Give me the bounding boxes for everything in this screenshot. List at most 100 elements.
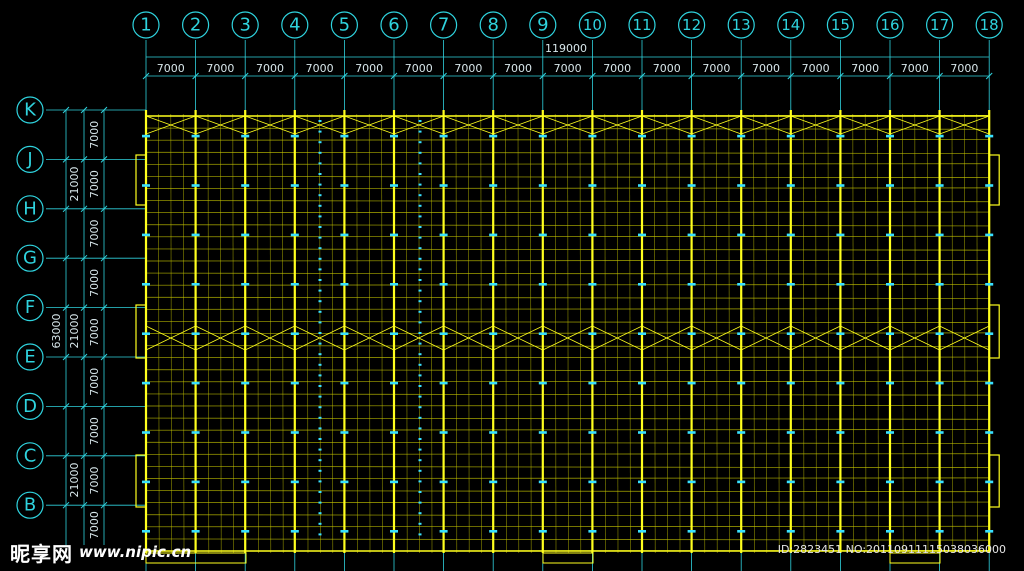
purlin-marker (786, 283, 795, 286)
row-spacing-dimension: 7000 (88, 121, 101, 149)
purlin-marker (836, 134, 845, 138)
sag-rod-line (765, 113, 768, 554)
purlin-marker (935, 530, 944, 533)
roof-purlins (145, 113, 990, 554)
purlin-marker (390, 283, 398, 286)
tie-marker (318, 141, 322, 144)
tie-marker (318, 406, 322, 409)
tie-marker (418, 151, 422, 154)
tie-marker (418, 279, 422, 281)
purlin-line (145, 501, 990, 504)
purlin-marker (737, 332, 746, 335)
sag-rod-line (207, 113, 210, 554)
gable-bay-left (135, 154, 147, 206)
purlin-line (145, 477, 990, 479)
tie-marker (318, 204, 322, 207)
bay-width-dimension: 7000 (603, 62, 631, 75)
sag-rod-line (914, 113, 916, 554)
purlin-marker (836, 332, 845, 335)
column-axis-label: 7 (438, 15, 449, 36)
purlin-marker (390, 184, 398, 187)
row-spacing-dimension: 7000 (88, 368, 101, 396)
tie-marker (418, 512, 422, 515)
purlin-marker (489, 283, 498, 286)
purlin-marker (390, 381, 398, 385)
bay-width-dimension: 7000 (851, 62, 879, 75)
purlin-marker (439, 381, 448, 385)
purlin-line (145, 514, 990, 517)
purlin-line (145, 538, 990, 541)
bay-width-dimension: 7000 (306, 62, 334, 75)
tie-marker (418, 321, 422, 324)
middle-group-dimension: 21000 (68, 314, 81, 349)
row-spacing-dimension: 7000 (88, 318, 101, 346)
purlin-marker (836, 480, 845, 484)
purlin-marker (142, 184, 150, 187)
purlin-marker (290, 283, 299, 286)
purlin-marker (737, 530, 746, 533)
purlin-marker (935, 480, 944, 484)
purlin-marker (241, 381, 250, 385)
purlin-marker (638, 283, 646, 286)
tie-marker (418, 183, 422, 186)
purlin-marker (985, 134, 994, 138)
sag-rod-line (902, 113, 904, 554)
column-axis-label: 13 (732, 16, 751, 34)
purlin-line (145, 380, 990, 383)
bay-width-dimension: 7000 (157, 62, 185, 75)
sag-rod-line (616, 113, 619, 554)
purlin-marker (985, 381, 994, 385)
purlin-marker (191, 283, 200, 286)
sag-rod-line (356, 113, 358, 554)
purlin-marker (191, 184, 200, 187)
tie-marker (418, 491, 422, 493)
purlin-marker (935, 283, 944, 286)
sag-rod-line (753, 113, 755, 554)
sag-rod-line (629, 113, 631, 554)
watermark-logo-text: 昵享网 (10, 541, 73, 566)
tie-marker (418, 310, 422, 313)
tie-marker (418, 141, 422, 144)
sag-rod-line (852, 113, 854, 554)
purlin-marker (588, 530, 597, 533)
purlin-marker (836, 530, 845, 533)
purlin-marker (935, 332, 944, 335)
purlin-marker (191, 381, 200, 385)
bay-width-dimension: 7000 (702, 62, 730, 75)
tie-marker (418, 385, 422, 387)
tie-marker (418, 459, 422, 462)
tie-marker (318, 151, 322, 154)
tie-marker (318, 162, 322, 165)
column-axis-label: 8 (487, 15, 498, 36)
purlin-marker (538, 530, 547, 533)
purlin-marker (340, 134, 349, 138)
tie-marker (418, 374, 422, 377)
sag-rod-line (269, 113, 272, 554)
column-axis-label: 3 (239, 15, 250, 36)
purlin-marker (241, 332, 250, 335)
column-axis-label: 16 (880, 16, 899, 34)
purlin-marker (737, 134, 746, 138)
purlin-marker (737, 480, 746, 484)
purlin-marker (489, 332, 498, 335)
sag-rod-line (579, 113, 582, 554)
purlin-marker (340, 431, 349, 434)
purlin-marker (886, 283, 894, 286)
purlin-line (145, 429, 990, 431)
purlin-line (145, 332, 990, 334)
total-width-dimension: 119000 (545, 42, 587, 55)
bay-width-dimension: 7000 (554, 62, 582, 75)
purlin-line (145, 466, 990, 468)
purlin-marker (538, 480, 547, 484)
purlin-marker (439, 184, 448, 187)
purlin-marker (290, 233, 299, 237)
tie-marker (418, 522, 422, 525)
purlin-marker (588, 184, 597, 187)
tie-marker (318, 268, 322, 271)
bay-width-dimension: 7000 (355, 62, 383, 75)
tie-marker (318, 173, 322, 175)
tie-marker (418, 120, 422, 122)
column-axis-label: 1 (140, 15, 151, 36)
purlin-marker (390, 134, 398, 138)
column-axis-label: 11 (632, 16, 651, 34)
